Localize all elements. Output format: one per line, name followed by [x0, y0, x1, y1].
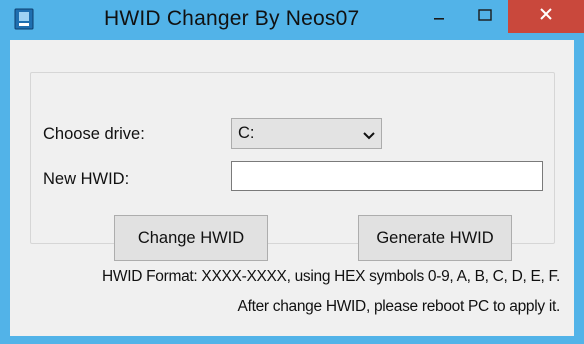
change-hwid-button[interactable]: Change HWID [114, 215, 268, 261]
chevron-down-icon [363, 128, 375, 146]
drive-select[interactable]: C: [231, 118, 382, 149]
window-client-area: Choose drive: C: New HWID: Change HWID G… [10, 40, 574, 336]
app-window: HWID Changer By Neos07 Choose drive: C: [0, 0, 584, 344]
new-hwid-label: New HWID: [43, 170, 130, 188]
close-icon [539, 7, 553, 26]
reboot-note: After change HWID, please reboot PC to a… [237, 298, 561, 315]
minimize-button[interactable] [416, 0, 462, 33]
choose-drive-label: Choose drive: [43, 125, 145, 143]
generate-hwid-button[interactable]: Generate HWID [358, 215, 512, 261]
hwid-format-note: HWID Format: XXXX-XXXX, using HEX symbol… [102, 268, 560, 285]
maximize-icon [478, 8, 492, 26]
close-button[interactable] [508, 0, 584, 33]
title-bar[interactable]: HWID Changer By Neos07 [0, 0, 584, 40]
minimize-icon [433, 8, 445, 26]
drive-select-value: C: [238, 124, 255, 142]
window-title: HWID Changer By Neos07 [104, 7, 360, 30]
maximize-button[interactable] [462, 0, 508, 33]
settings-group: Choose drive: C: New HWID: Change HWID G… [30, 72, 555, 261]
new-hwid-input[interactable] [231, 161, 543, 191]
app-icon[interactable] [14, 8, 34, 30]
